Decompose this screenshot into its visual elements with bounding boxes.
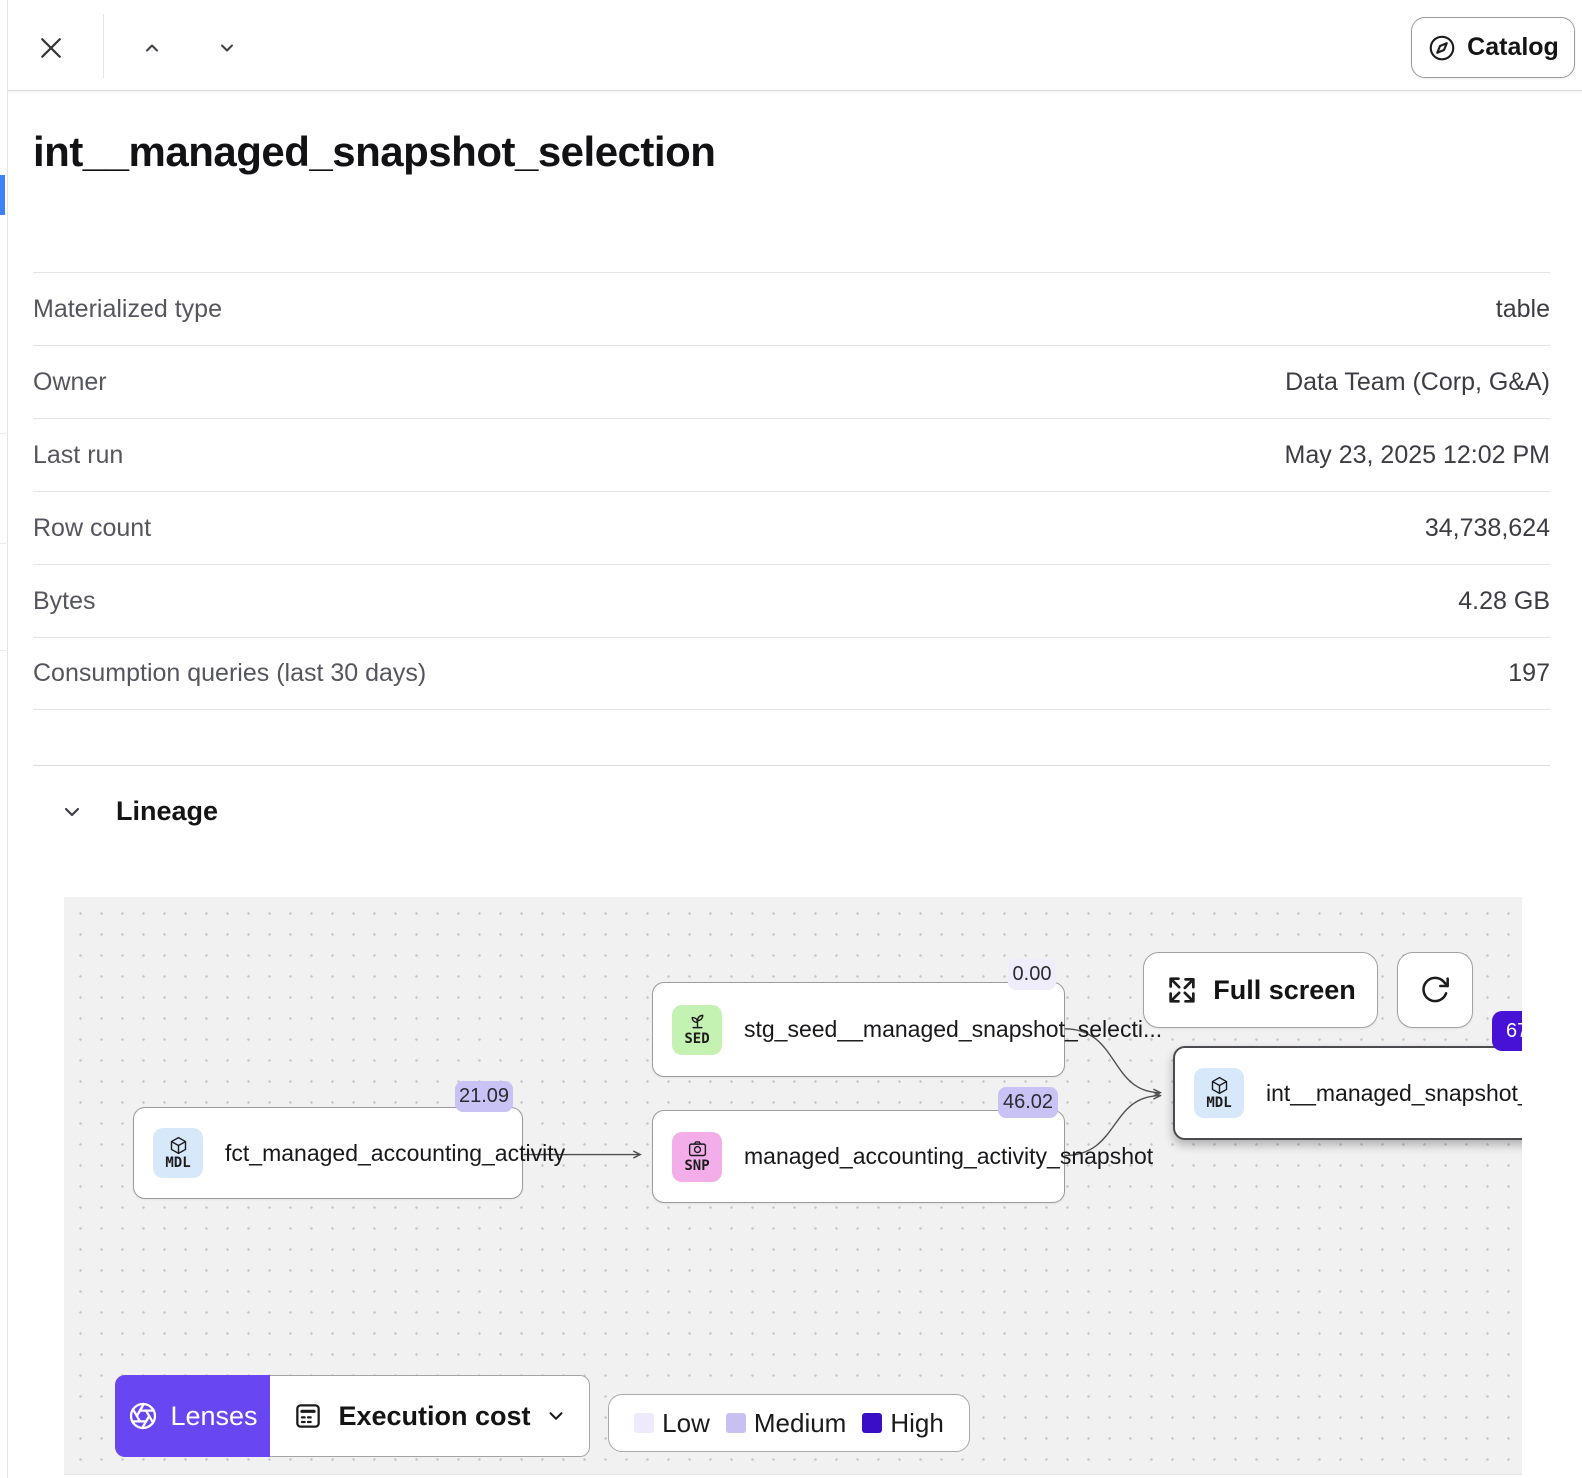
metadata-value: 197 (1508, 659, 1550, 688)
metadata-value: 4.28 GB (1458, 587, 1550, 616)
node-type-label: MDL (1206, 1096, 1231, 1111)
lens-selected-label: Execution cost (338, 1401, 530, 1432)
lineage-node-int-managed-snapshot-selection[interactable]: MDL int__managed_snapshot_selection (1173, 1046, 1522, 1140)
expand-icon (1165, 973, 1199, 1007)
chevron-down-icon[interactable] (60, 800, 84, 824)
aperture-icon (127, 1400, 159, 1432)
chevron-up-icon[interactable] (136, 32, 168, 64)
section-divider (33, 765, 1550, 766)
cost-badge: 0.00 (1008, 959, 1056, 990)
panel-toolbar: Catalog (8, 0, 1582, 91)
medium-cost-swatch (726, 1413, 746, 1433)
lineage-node-stg-seed-managed-snapshot-selection[interactable]: SED stg_seed__managed_snapshot_selecti..… (652, 982, 1065, 1077)
snapshot-type-chip: SNP (672, 1132, 722, 1182)
metadata-row: Consumption queries (last 30 days) 197 (33, 637, 1550, 710)
selected-row-indicator (0, 175, 5, 215)
metadata-row: Bytes 4.28 GB (33, 564, 1550, 637)
metadata-value: table (1496, 295, 1550, 324)
cost-badge: 21.09 (455, 1081, 513, 1112)
metadata-row: Last run May 23, 2025 12:02 PM (33, 418, 1550, 491)
sprout-icon (687, 1011, 708, 1032)
metadata-label: Materialized type (33, 295, 222, 324)
cube-icon (168, 1135, 189, 1156)
metadata-row: Owner Data Team (Corp, G&A) (33, 345, 1550, 418)
fullscreen-button[interactable]: Full screen (1143, 952, 1378, 1028)
cube-icon (1209, 1075, 1230, 1096)
legend-label: Medium (754, 1408, 846, 1439)
lineage-section-title: Lineage (116, 796, 218, 827)
legend-item-high: High (862, 1408, 943, 1439)
execution-cost-icon (292, 1400, 324, 1432)
node-label: fct_managed_accounting_activity (225, 1140, 565, 1167)
legend-item-medium: Medium (726, 1408, 846, 1439)
metadata-label: Owner (33, 368, 107, 397)
lenses-button[interactable]: Lenses (115, 1375, 270, 1457)
lineage-section-header[interactable]: Lineage (60, 796, 218, 827)
lens-selector-dropdown[interactable]: Execution cost (270, 1375, 590, 1457)
refresh-icon (1419, 974, 1451, 1006)
metadata-label: Last run (33, 441, 123, 470)
lineage-node-managed-accounting-activity-snapshot[interactable]: SNP managed_accounting_activity_snapshot (652, 1110, 1065, 1203)
fullscreen-button-label: Full screen (1213, 975, 1356, 1006)
node-label: managed_accounting_activity_snapshot (744, 1143, 1153, 1170)
metadata-label: Consumption queries (last 30 days) (33, 659, 426, 688)
close-icon[interactable] (33, 30, 69, 66)
camera-icon (687, 1138, 708, 1159)
legend-item-low: Low (634, 1408, 710, 1439)
cost-badge: 67 (1492, 1011, 1522, 1051)
model-type-chip: MDL (153, 1128, 203, 1178)
metadata-value: 34,738,624 (1425, 514, 1550, 543)
catalog-button-label: Catalog (1467, 33, 1559, 62)
chevron-down-icon[interactable] (211, 32, 243, 64)
background-page-sliver (0, 0, 8, 1478)
node-label: int__managed_snapshot_selection (1266, 1080, 1522, 1107)
metadata-row: Materialized type table (33, 272, 1550, 345)
metadata-label: Row count (33, 514, 151, 543)
lineage-canvas[interactable]: 21.09 MDL fct_managed_accounting_activit… (64, 897, 1522, 1475)
cost-badge: 46.02 (998, 1087, 1058, 1118)
low-cost-swatch (634, 1413, 654, 1433)
metadata-value: May 23, 2025 12:02 PM (1285, 441, 1550, 470)
node-label: stg_seed__managed_snapshot_selecti... (744, 1016, 1162, 1043)
node-type-label: MDL (165, 1156, 190, 1171)
page-title: int__managed_snapshot_selection (33, 128, 715, 176)
node-type-label: SNP (684, 1159, 709, 1174)
lenses-control: Lenses Execution cost (115, 1375, 590, 1457)
lenses-button-label: Lenses (170, 1401, 257, 1432)
lineage-node-fct-managed-accounting-activity[interactable]: MDL fct_managed_accounting_activity (133, 1107, 523, 1199)
metadata-table: Materialized type table Owner Data Team … (33, 272, 1550, 710)
node-type-label: SED (684, 1032, 709, 1047)
high-cost-swatch (862, 1413, 882, 1433)
compass-icon (1427, 33, 1457, 63)
metadata-value: Data Team (Corp, G&A) (1285, 368, 1550, 397)
chevron-down-icon (545, 1405, 567, 1427)
catalog-button[interactable]: Catalog (1411, 17, 1575, 78)
legend-label: Low (662, 1408, 710, 1439)
cost-legend: Low Medium High (608, 1394, 970, 1452)
refresh-button[interactable] (1397, 952, 1473, 1028)
legend-label: High (890, 1408, 943, 1439)
seed-type-chip: SED (672, 1005, 722, 1055)
toolbar-divider (103, 14, 104, 78)
model-type-chip: MDL (1194, 1068, 1244, 1118)
metadata-label: Bytes (33, 587, 96, 616)
metadata-row: Row count 34,738,624 (33, 491, 1550, 564)
